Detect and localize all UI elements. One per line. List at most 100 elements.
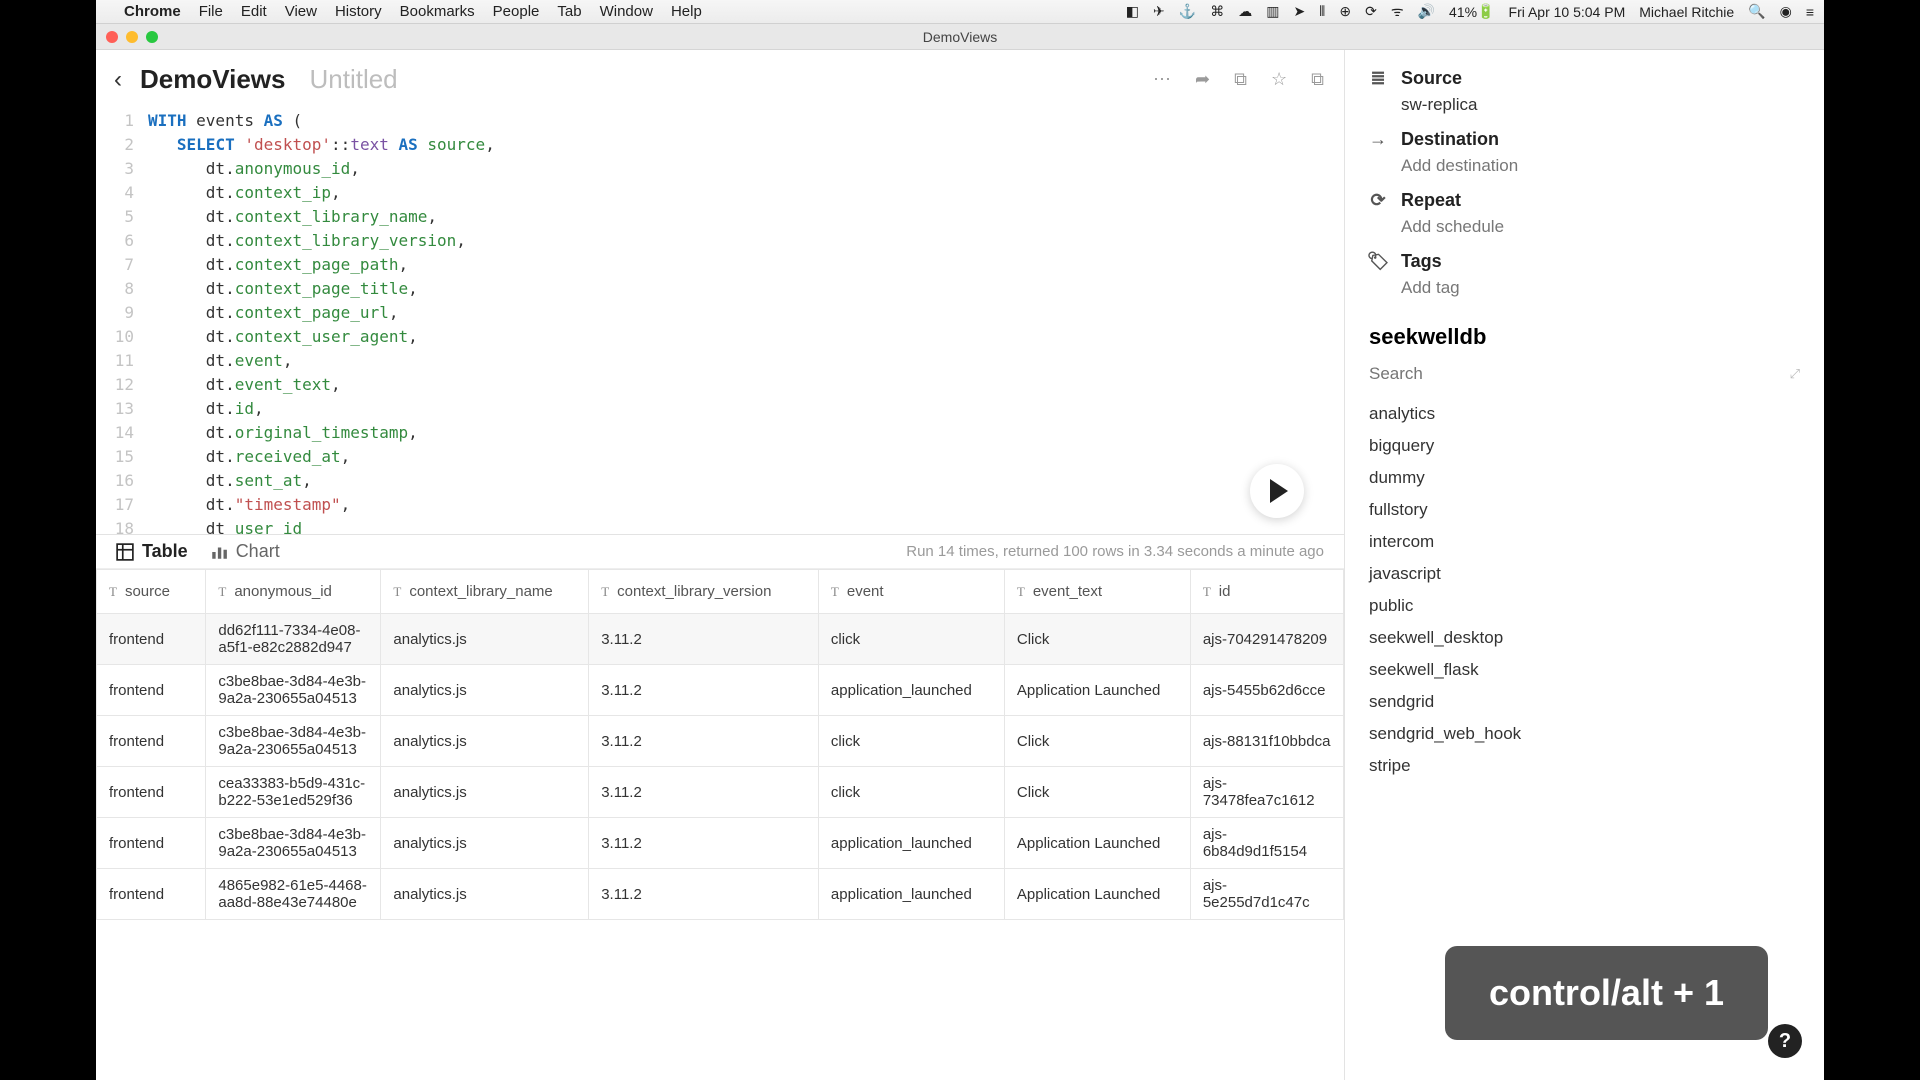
schema-item[interactable]: sendgrid_web_hook: [1369, 718, 1800, 750]
schema-item[interactable]: sendgrid: [1369, 686, 1800, 718]
tags-value[interactable]: Add tag: [1401, 278, 1800, 298]
table-row[interactable]: frontend4865e982-61e5-4468-aa8d-88e43e74…: [97, 869, 1344, 920]
code-line[interactable]: 2 SELECT 'desktop'::text AS source,: [96, 133, 1344, 157]
table-cell[interactable]: ajs-5455b62d6cce: [1190, 665, 1343, 716]
tray-icon[interactable]: ➤: [1293, 3, 1305, 20]
table-cell[interactable]: frontend: [97, 818, 206, 869]
tray-icon[interactable]: ▥: [1266, 3, 1279, 20]
code-line[interactable]: 16 dt.sent_at,: [96, 469, 1344, 493]
schema-item[interactable]: fullstory: [1369, 494, 1800, 526]
table-cell[interactable]: Application Launched: [1004, 818, 1190, 869]
code-line[interactable]: 10 dt.context_user_agent,: [96, 325, 1344, 349]
table-row[interactable]: frontendcea33383-b5d9-431c-b222-53e1ed52…: [97, 767, 1344, 818]
menu-file[interactable]: File: [199, 3, 223, 20]
table-cell[interactable]: ajs-704291478209: [1190, 614, 1343, 665]
tray-icon[interactable]: ⊕: [1339, 3, 1351, 20]
schema-item[interactable]: public: [1369, 590, 1800, 622]
table-cell[interactable]: ajs-5e255d7d1c47c: [1190, 869, 1343, 920]
table-cell[interactable]: Application Launched: [1004, 869, 1190, 920]
tray-icon[interactable]: ⚓: [1179, 3, 1196, 20]
code-line[interactable]: 13 dt.id,: [96, 397, 1344, 421]
code-line[interactable]: 1WITH events AS (: [96, 109, 1344, 133]
document-title[interactable]: Untitled: [309, 64, 397, 95]
table-cell[interactable]: 3.11.2: [589, 869, 819, 920]
menubar-user[interactable]: Michael Ritchie: [1639, 4, 1734, 20]
spotlight-icon[interactable]: 🔍: [1748, 3, 1765, 20]
copy-icon[interactable]: ⧉: [1234, 69, 1247, 90]
table-cell[interactable]: frontend: [97, 767, 206, 818]
battery-status[interactable]: 41% 🔋: [1449, 3, 1494, 20]
schema-item[interactable]: dummy: [1369, 462, 1800, 494]
expand-icon[interactable]: ⤢: [1790, 366, 1800, 382]
menu-people[interactable]: People: [493, 3, 540, 20]
schema-item[interactable]: javascript: [1369, 558, 1800, 590]
table-cell[interactable]: click: [818, 716, 1004, 767]
table-cell[interactable]: dd62f111-7334-4e08-a5f1-e82c2882d947: [206, 614, 381, 665]
table-cell[interactable]: click: [818, 767, 1004, 818]
table-cell[interactable]: 4865e982-61e5-4468-aa8d-88e43e74480e: [206, 869, 381, 920]
destination-value[interactable]: Add destination: [1401, 156, 1800, 176]
table-cell[interactable]: click: [818, 614, 1004, 665]
menu-history[interactable]: History: [335, 3, 382, 20]
code-line[interactable]: 11 dt.event,: [96, 349, 1344, 373]
table-cell[interactable]: analytics.js: [381, 716, 589, 767]
more-icon[interactable]: ⋯: [1153, 69, 1171, 90]
table-cell[interactable]: 3.11.2: [589, 716, 819, 767]
table-cell[interactable]: 3.11.2: [589, 665, 819, 716]
code-line[interactable]: 9 dt.context_page_url,: [96, 301, 1344, 325]
table-cell[interactable]: analytics.js: [381, 767, 589, 818]
table-cell[interactable]: c3be8bae-3d84-4e3b-9a2a-230655a04513: [206, 716, 381, 767]
menubar-datetime[interactable]: Fri Apr 10 5:04 PM: [1509, 4, 1626, 20]
tray-icon[interactable]: ⦀: [1319, 3, 1325, 20]
table-cell[interactable]: 3.11.2: [589, 818, 819, 869]
code-line[interactable]: 17 dt."timestamp",: [96, 493, 1344, 517]
code-line[interactable]: 18 dt user_id: [96, 517, 1344, 535]
table-cell[interactable]: ajs-88131f10bbdca: [1190, 716, 1343, 767]
table-cell[interactable]: cea33383-b5d9-431c-b222-53e1ed529f36: [206, 767, 381, 818]
workspace-name[interactable]: DemoViews: [140, 64, 285, 95]
menu-view[interactable]: View: [285, 3, 317, 20]
menubar-app-name[interactable]: Chrome: [124, 3, 181, 20]
schema-item[interactable]: intercom: [1369, 526, 1800, 558]
table-cell[interactable]: Click: [1004, 716, 1190, 767]
code-line[interactable]: 7 dt.context_page_path,: [96, 253, 1344, 277]
table-cell[interactable]: frontend: [97, 716, 206, 767]
table-cell[interactable]: analytics.js: [381, 665, 589, 716]
table-cell[interactable]: 3.11.2: [589, 767, 819, 818]
tray-icon[interactable]: ☁: [1238, 3, 1252, 20]
menu-bookmarks[interactable]: Bookmarks: [400, 3, 475, 20]
table-row[interactable]: frontenddd62f111-7334-4e08-a5f1-e82c2882…: [97, 614, 1344, 665]
code-line[interactable]: 12 dt.event_text,: [96, 373, 1344, 397]
table-cell[interactable]: Application Launched: [1004, 665, 1190, 716]
table-cell[interactable]: application_launched: [818, 818, 1004, 869]
menu-icon[interactable]: ≡: [1806, 4, 1814, 20]
wifi-icon[interactable]: ᯤ: [1391, 2, 1404, 21]
back-button[interactable]: ‹: [110, 66, 126, 94]
tray-icon[interactable]: ⟳: [1365, 3, 1377, 20]
menu-edit[interactable]: Edit: [241, 3, 267, 20]
code-line[interactable]: 14 dt.original_timestamp,: [96, 421, 1344, 445]
table-cell[interactable]: application_launched: [818, 665, 1004, 716]
table-cell[interactable]: 3.11.2: [589, 614, 819, 665]
code-line[interactable]: 3 dt.anonymous_id,: [96, 157, 1344, 181]
code-line[interactable]: 6 dt.context_library_version,: [96, 229, 1344, 253]
control-center-icon[interactable]: ◉: [1780, 3, 1792, 20]
help-button[interactable]: ?: [1768, 1024, 1802, 1058]
table-row[interactable]: frontendc3be8bae-3d84-4e3b-9a2a-230655a0…: [97, 818, 1344, 869]
share-icon[interactable]: ➦: [1195, 69, 1210, 90]
table-cell[interactable]: ajs-6b84d9d1f5154: [1190, 818, 1343, 869]
table-row[interactable]: frontendc3be8bae-3d84-4e3b-9a2a-230655a0…: [97, 716, 1344, 767]
table-cell[interactable]: ajs-73478fea7c1612: [1190, 767, 1343, 818]
column-header[interactable]: Tcontext_library_version: [589, 570, 819, 614]
tab-chart[interactable]: Chart: [210, 541, 280, 562]
menu-tab[interactable]: Tab: [557, 3, 581, 20]
column-header[interactable]: Tevent_text: [1004, 570, 1190, 614]
schema-item[interactable]: seekwell_desktop: [1369, 622, 1800, 654]
schema-item[interactable]: bigquery: [1369, 430, 1800, 462]
volume-icon[interactable]: 🔊: [1418, 3, 1435, 20]
column-header[interactable]: Tcontext_library_name: [381, 570, 589, 614]
table-cell[interactable]: application_launched: [818, 869, 1004, 920]
schema-search-input[interactable]: [1369, 358, 1757, 390]
column-header[interactable]: Tsource: [97, 570, 206, 614]
column-header[interactable]: Tanonymous_id: [206, 570, 381, 614]
